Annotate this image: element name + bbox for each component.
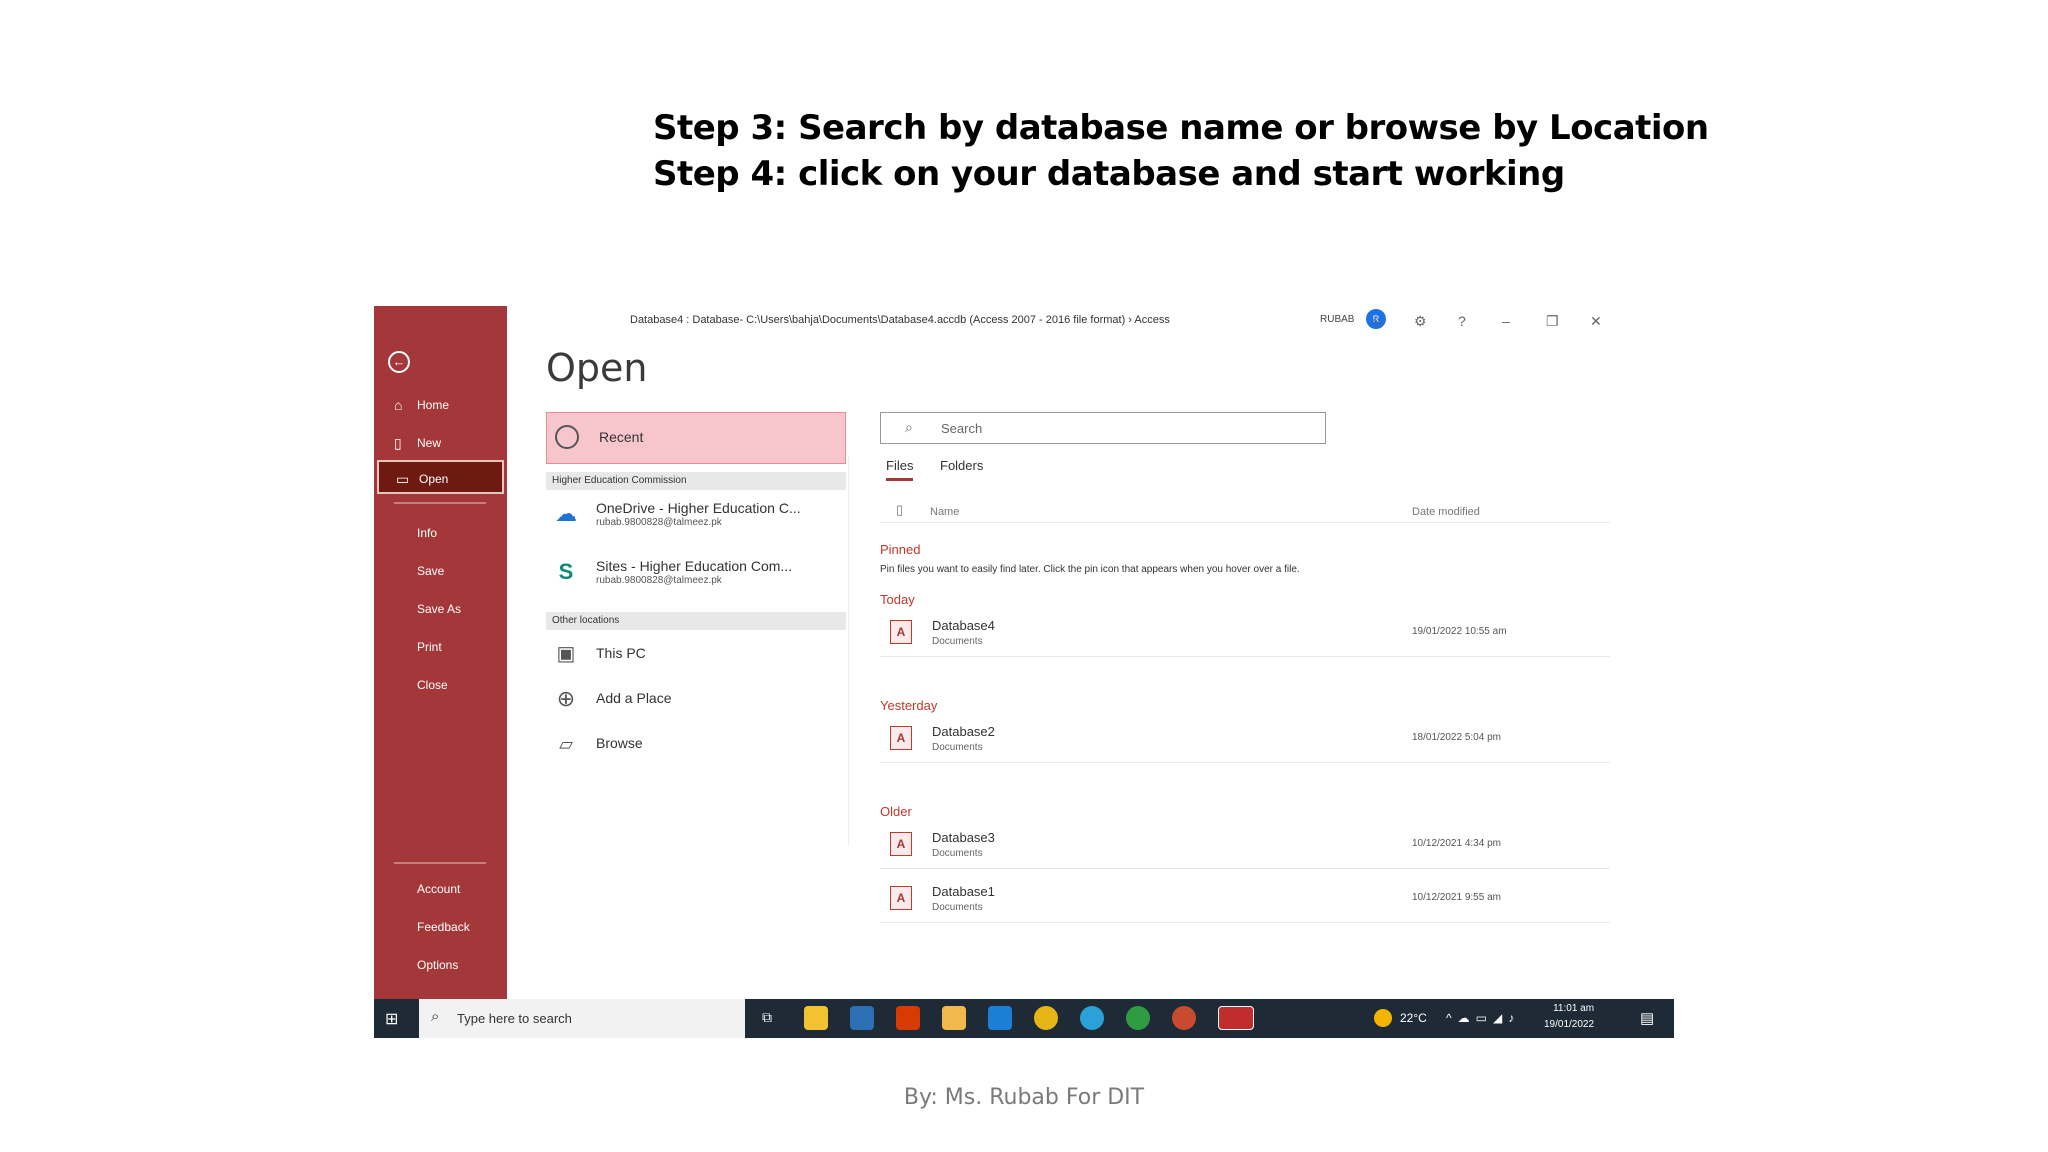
- access-screenshot: ← ⌂ Home ▯ New ▭ Open Info Save Save As Pri…: [374, 306, 1674, 1038]
- edge-icon[interactable]: [1080, 1006, 1104, 1030]
- restore-icon[interactable]: ❐: [1546, 313, 1559, 330]
- sidebar-item-account[interactable]: Account: [377, 872, 504, 906]
- slide-title: Step 3: Search by database name or brows…: [653, 105, 1709, 197]
- search-icon: ⌕: [905, 419, 913, 435]
- slide-footer: By: Ms. Rubab For DIT: [903, 1085, 1145, 1110]
- cloud-icon: ☁: [555, 501, 577, 526]
- sidebar-item-open[interactable]: ▭ Open: [377, 460, 504, 494]
- window-title: Database4 : Database- C:\Users\bahja\Doc…: [630, 314, 1170, 326]
- this-pc-location[interactable]: ▣ This PC: [546, 634, 846, 678]
- window-controls: ☺ ⚙ ? – ❐ ✕: [1244, 306, 1674, 346]
- folder-icon: ▭: [396, 471, 410, 487]
- search-input[interactable]: ⌕ Search: [880, 412, 1326, 444]
- file-row[interactable]: A Database2 Documents 18/01/2022 5:04 pm: [880, 718, 1610, 763]
- file-explorer-icon[interactable]: [942, 1006, 966, 1030]
- file-list-header: ▯ Name Date modified: [880, 502, 1610, 523]
- file-row[interactable]: A Database1 Documents 10/12/2021 9:55 am: [880, 878, 1610, 923]
- windows-start-icon[interactable]: ⊞: [385, 1009, 398, 1029]
- app-icon[interactable]: [850, 1006, 874, 1030]
- step3-text: Step 3: Search by database name or brows…: [653, 108, 1709, 148]
- minimize-icon[interactable]: –: [1502, 313, 1510, 329]
- column-name[interactable]: Name: [930, 506, 959, 518]
- close-icon[interactable]: ✕: [1590, 313, 1602, 330]
- file-row[interactable]: A Database3 Documents 10/12/2021 4:34 pm: [880, 824, 1610, 869]
- recent-button[interactable]: Recent: [546, 412, 846, 464]
- clock-icon: [555, 425, 579, 449]
- computer-icon: ▣: [556, 643, 576, 665]
- file-row[interactable]: A Database4 Documents 19/01/2022 10:55 a…: [880, 612, 1610, 657]
- smile-icon[interactable]: ☺: [1370, 313, 1384, 329]
- backstage-sidebar: ← ⌂ Home ▯ New ▭ Open Info Save Save As Pri…: [374, 306, 507, 999]
- file-tabs: Files Folders: [880, 458, 1180, 486]
- home-icon: ⌂: [394, 397, 403, 413]
- office-icon[interactable]: [896, 1006, 920, 1030]
- section-header: Higher Education Commission: [546, 472, 846, 490]
- sidebar-item-save[interactable]: Save: [377, 554, 504, 588]
- browse-location[interactable]: ▱ Browse: [546, 724, 846, 768]
- temperature[interactable]: 22°C: [1400, 1011, 1427, 1025]
- notification-icon[interactable]: ▤: [1640, 1009, 1654, 1027]
- sites-location[interactable]: S Sites - Higher Education Com... rubab.…: [546, 552, 846, 596]
- sharepoint-icon: S: [558, 559, 574, 584]
- tray-icons[interactable]: ^☁▭◢♪: [1446, 1011, 1520, 1025]
- file-icon: ▯: [896, 502, 904, 517]
- search-icon: ⌕: [431, 1008, 440, 1025]
- sidebar-item-new[interactable]: ▯ New: [377, 426, 504, 460]
- access-icon[interactable]: [1218, 1006, 1254, 1030]
- app-icon[interactable]: [1126, 1006, 1150, 1030]
- globe-icon: ⊕: [556, 686, 576, 711]
- access-file-icon: A: [890, 726, 912, 750]
- settings-icon[interactable]: ⚙: [1414, 313, 1427, 330]
- add-place-location[interactable]: ⊕ Add a Place: [546, 679, 846, 723]
- taskbar-search-input[interactable]: ⌕ Type here to search: [419, 999, 745, 1038]
- group-pinned: Pinned: [880, 542, 921, 557]
- access-file-icon: A: [890, 886, 912, 910]
- group-older: Older: [880, 804, 912, 819]
- chrome-icon[interactable]: [1034, 1006, 1058, 1030]
- access-file-icon: A: [890, 832, 912, 856]
- weather-icon: [1374, 1009, 1392, 1027]
- panel-divider: [848, 456, 849, 846]
- page-title: Open: [546, 346, 648, 390]
- sidebar-item-home[interactable]: ⌂ Home: [377, 388, 504, 422]
- new-icon: ▯: [394, 435, 402, 451]
- group-yesterday: Yesterday: [880, 698, 938, 713]
- access-file-icon: A: [890, 620, 912, 644]
- group-today: Today: [880, 592, 915, 607]
- sidebar-item-options[interactable]: Options: [377, 948, 504, 982]
- column-date[interactable]: Date modified: [1412, 506, 1480, 518]
- tab-folders[interactable]: Folders: [940, 458, 983, 473]
- back-arrow-icon[interactable]: ←: [388, 351, 410, 373]
- sidebar-item-save-as[interactable]: Save As: [377, 592, 504, 626]
- step4-text: Step 4: click on your database and start…: [653, 154, 1565, 194]
- sidebar-item-close[interactable]: Close: [377, 668, 504, 702]
- tab-files[interactable]: Files: [886, 458, 914, 481]
- taskbar: ⊞ ⌕ Type here to search ⧉ 22°C ^☁▭◢♪ 11:…: [374, 999, 1674, 1038]
- store-icon[interactable]: [804, 1006, 828, 1030]
- onedrive-location[interactable]: ☁ OneDrive - Higher Education C... rubab…: [546, 494, 846, 538]
- sidebar-divider: [394, 862, 486, 864]
- sidebar-item-info[interactable]: Info: [377, 516, 504, 550]
- help-icon[interactable]: ?: [1458, 313, 1466, 329]
- section-header: Other locations: [546, 612, 846, 630]
- mail-icon[interactable]: [988, 1006, 1012, 1030]
- task-view-icon[interactable]: ⧉: [762, 1009, 772, 1026]
- sidebar-item-print[interactable]: Print: [377, 630, 504, 664]
- pinned-hint: Pin files you want to easily find later.…: [880, 564, 1300, 575]
- sidebar-divider: [394, 502, 486, 504]
- folder-open-icon: ▱: [559, 734, 573, 754]
- sidebar-item-feedback[interactable]: Feedback: [377, 910, 504, 944]
- powerpoint-icon[interactable]: [1172, 1006, 1196, 1030]
- clock[interactable]: 11:01 am 19/01/2022: [1544, 1001, 1594, 1033]
